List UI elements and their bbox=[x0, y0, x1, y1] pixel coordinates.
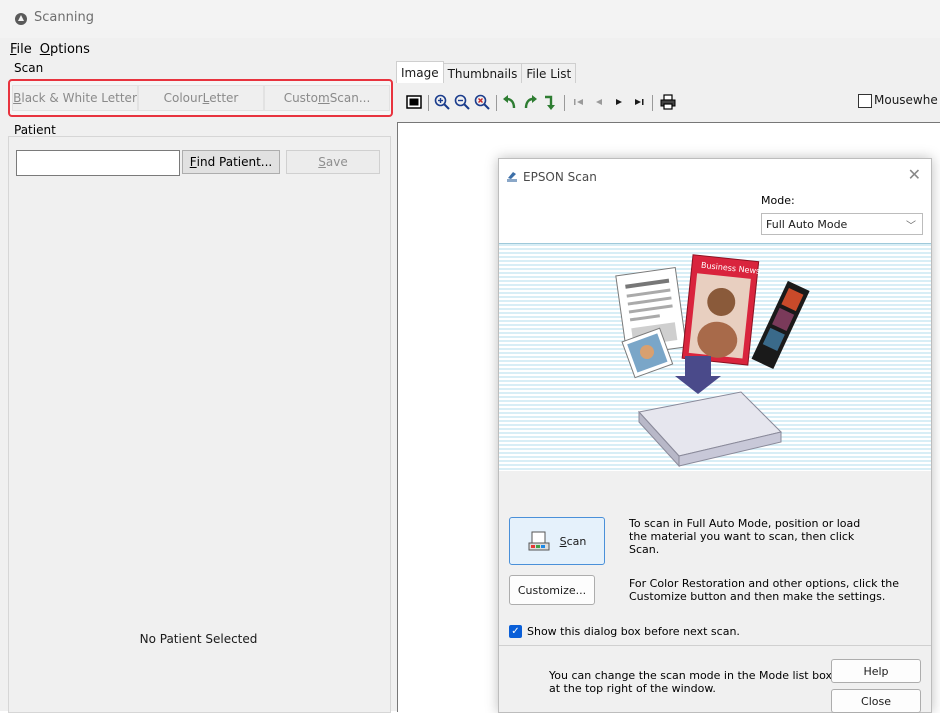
mousewheel-label: Mousewhe bbox=[874, 93, 938, 107]
flip-icon[interactable] bbox=[542, 94, 558, 110]
zoom-reset-icon[interactable] bbox=[474, 94, 490, 110]
scan-illustration: Business News bbox=[499, 243, 931, 473]
patient-search-input[interactable] bbox=[16, 150, 180, 176]
rotate-left-icon[interactable] bbox=[502, 94, 518, 110]
print-icon[interactable] bbox=[660, 94, 676, 110]
fit-to-window-icon[interactable] bbox=[406, 94, 422, 110]
mode-label: Mode: bbox=[761, 194, 795, 207]
scan-group-label: Scan bbox=[14, 61, 44, 75]
toolbar-separator bbox=[496, 95, 497, 111]
epson-scan-dialog: EPSON Scan ✕ Mode: Full Auto Mode ﹀ Busi… bbox=[498, 158, 932, 713]
scan-icon bbox=[528, 531, 550, 551]
tab-image[interactable]: Image bbox=[396, 61, 444, 83]
footer-note: You can change the scan mode in the Mode… bbox=[549, 669, 832, 695]
show-dialog-label: Show this dialog box before next scan. bbox=[527, 625, 740, 638]
show-dialog-checkbox[interactable]: ✓ bbox=[509, 625, 522, 638]
menu-bar: File Options bbox=[10, 42, 90, 58]
black-white-letter-button[interactable]: Black & White Letter bbox=[12, 85, 138, 111]
epson-scan-icon bbox=[507, 172, 517, 182]
save-button[interactable]: Save bbox=[286, 150, 380, 174]
viewer-toolbar: Mousewhe bbox=[396, 84, 940, 120]
scan-button-label: Scan bbox=[559, 534, 587, 548]
mode-select[interactable]: Full Auto Mode ﹀ bbox=[761, 213, 923, 235]
mode-select-value: Full Auto Mode bbox=[766, 217, 848, 231]
zoom-in-icon[interactable] bbox=[434, 94, 450, 110]
patient-panel bbox=[8, 136, 391, 713]
mousewheel-checkbox[interactable] bbox=[858, 94, 872, 108]
tab-thumbnails[interactable]: Thumbnails bbox=[442, 63, 523, 83]
help-button[interactable]: Help bbox=[831, 659, 921, 683]
last-page-icon[interactable] bbox=[632, 94, 646, 110]
rotate-right-icon[interactable] bbox=[522, 94, 538, 110]
first-page-icon[interactable] bbox=[572, 94, 586, 110]
app-icon bbox=[15, 13, 27, 25]
dialog-divider bbox=[499, 645, 931, 646]
dialog-title: EPSON Scan bbox=[523, 170, 597, 184]
scan-description: To scan in Full Auto Mode, position or l… bbox=[629, 517, 861, 556]
scan-button[interactable]: Scan bbox=[509, 517, 605, 565]
toolbar-separator bbox=[564, 95, 565, 111]
customize-description: For Color Restoration and other options,… bbox=[629, 577, 900, 603]
find-patient-button[interactable]: Find Patient... bbox=[182, 150, 280, 174]
colour-letter-button[interactable]: Colour Letter bbox=[138, 85, 264, 111]
chevron-down-icon: ﹀ bbox=[906, 221, 916, 232]
tab-file-list[interactable]: File List bbox=[521, 63, 577, 83]
patient-group-label: Patient bbox=[14, 123, 56, 137]
dialog-close-icon[interactable]: ✕ bbox=[908, 165, 921, 184]
close-button[interactable]: Close bbox=[831, 689, 921, 713]
menu-file[interactable]: File bbox=[10, 42, 32, 58]
viewer-tabs: Image Thumbnails File List bbox=[396, 61, 577, 83]
title-bar: Scanning bbox=[0, 0, 940, 38]
window-title: Scanning bbox=[34, 10, 94, 25]
customize-button[interactable]: Customize... bbox=[509, 575, 595, 605]
previous-page-icon[interactable] bbox=[592, 94, 606, 110]
menu-options[interactable]: Options bbox=[40, 42, 90, 58]
scan-buttons-group: Black & White Letter Colour Letter Custo… bbox=[8, 79, 393, 117]
scanner-illustration: Business News bbox=[615, 254, 810, 468]
next-page-icon[interactable] bbox=[612, 94, 626, 110]
patient-status-text: No Patient Selected bbox=[139, 632, 258, 646]
custom-scan-button[interactable]: Custo m Scan... bbox=[264, 85, 390, 111]
zoom-out-icon[interactable] bbox=[454, 94, 470, 110]
toolbar-separator bbox=[428, 95, 429, 111]
toolbar-separator bbox=[652, 95, 653, 111]
